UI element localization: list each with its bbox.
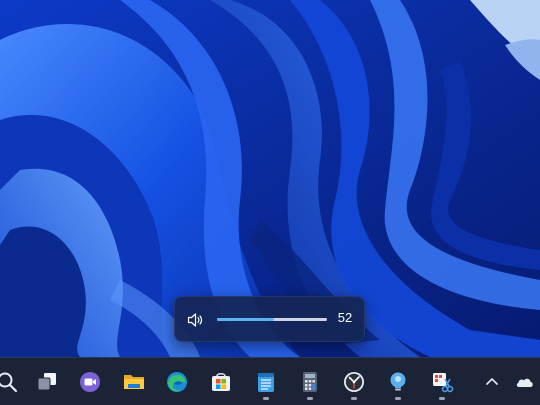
taskbar-store-button[interactable] [204, 365, 238, 399]
taskbar-task-view-button[interactable] [30, 365, 64, 399]
volume-flyout: 52 [174, 296, 365, 342]
video-chat-icon [80, 372, 100, 392]
notepad-icon [258, 373, 274, 392]
running-indicator [307, 397, 313, 400]
taskbar-edge-button[interactable] [160, 365, 194, 399]
volume-slider[interactable] [217, 316, 327, 324]
speaker-icon[interactable] [186, 311, 204, 329]
chevron-up-icon [486, 378, 498, 385]
task-view-icon [37, 373, 56, 391]
taskbar-chat-button[interactable] [73, 365, 107, 399]
edge-browser-icon [167, 372, 187, 392]
running-indicator [351, 397, 357, 400]
taskbar-search-button[interactable] [0, 365, 24, 399]
volume-value: 52 [337, 310, 353, 325]
taskbar-file-explorer-button[interactable] [117, 365, 151, 399]
taskbar-snipping-tool-button[interactable] [425, 365, 459, 400]
calculator-icon [303, 372, 317, 392]
cloud-icon [516, 378, 533, 387]
taskbar-clock-button[interactable] [337, 365, 371, 400]
lightbulb-icon [390, 372, 406, 391]
show-hidden-icons-button[interactable] [475, 365, 509, 399]
folder-icon [124, 375, 144, 389]
clock-icon [344, 372, 364, 392]
taskbar-tips-button[interactable] [381, 365, 415, 400]
running-indicator [263, 397, 269, 400]
running-indicator [395, 397, 401, 400]
search-icon [0, 372, 18, 393]
taskbar-notepad-button[interactable] [249, 365, 283, 400]
taskbar-calculator-button[interactable] [293, 365, 327, 400]
running-indicator [439, 397, 445, 400]
scissors-icon [433, 373, 454, 393]
taskbar [0, 357, 540, 405]
volume-slider-fill [217, 318, 275, 321]
onedrive-tray-button[interactable] [508, 365, 540, 399]
store-bag-icon [212, 373, 230, 391]
